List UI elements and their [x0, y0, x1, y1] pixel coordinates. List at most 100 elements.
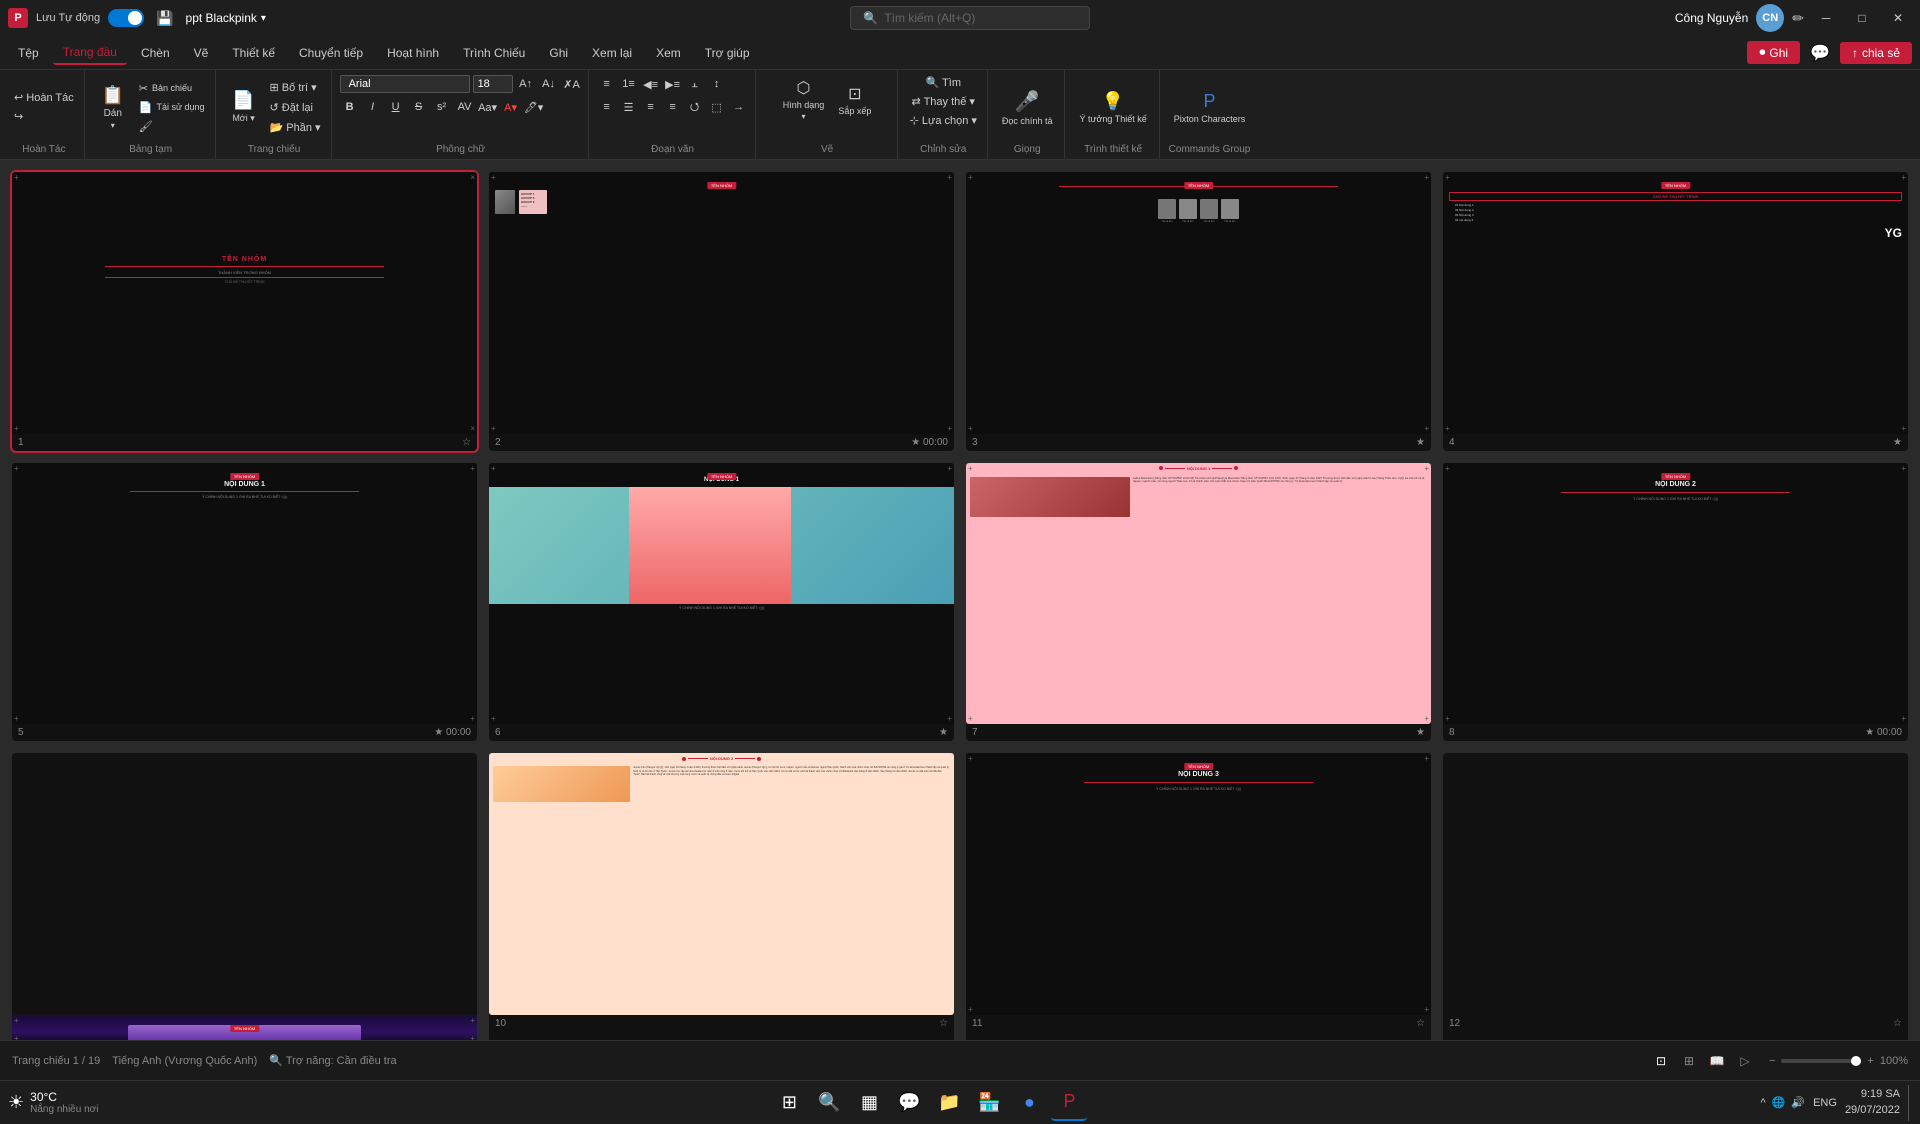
- slide-thumb-1[interactable]: + × + × TÊN NHÓM THÀNH VIÊN TRONG NHÓM C…: [12, 172, 477, 451]
- slide-thumb-8[interactable]: + + + + TÊN NHÓM NỘI DUNG 2 Ý CHÍNH NỘI …: [1443, 463, 1908, 742]
- decrease-indent-btn[interactable]: ◀≡: [641, 74, 661, 94]
- menu-thiet-ke[interactable]: Thiết kế: [222, 42, 285, 64]
- taskbar-search[interactable]: 🔍: [811, 1085, 847, 1121]
- columns-btn[interactable]: ⫠: [685, 74, 705, 94]
- menu-chuyen-tiep[interactable]: Chuyển tiếp: [289, 42, 373, 64]
- search-bar[interactable]: 🔍 Tìm kiếm (Alt+Q): [850, 6, 1090, 30]
- clear-format-btn[interactable]: ✗A: [562, 74, 582, 94]
- file-name[interactable]: ppt Blackpink ▾: [186, 11, 266, 25]
- format-painter-button[interactable]: 📄 Tải sử dụng: [135, 99, 209, 116]
- menu-trinh-chieu[interactable]: Trình Chiếu: [453, 42, 535, 64]
- highlight-btn[interactable]: 🖊▾: [524, 97, 544, 117]
- show-desktop-btn[interactable]: [1908, 1085, 1912, 1121]
- slide-thumb-2[interactable]: + + + + TÊN NHÓM GROUP 1GROUP 5GROUP 9——: [489, 172, 954, 451]
- share-button[interactable]: ↑ chia sẻ: [1840, 42, 1912, 64]
- shapes-btn[interactable]: ⬡ Hình dạng ▾: [777, 74, 831, 125]
- pen-icon[interactable]: ✏: [1792, 10, 1804, 27]
- change-case-btn[interactable]: Aa▾: [478, 97, 498, 117]
- reading-view-btn[interactable]: 📖: [1705, 1049, 1729, 1073]
- align-left-btn[interactable]: ≡: [597, 97, 617, 117]
- user-avatar[interactable]: CN: [1756, 4, 1784, 32]
- section-button[interactable]: 📂 Phần ▾: [266, 119, 325, 136]
- close-button[interactable]: ✕: [1884, 4, 1912, 32]
- design-ideas-btn[interactable]: 💡 Ý tưởng Thiết kế: [1073, 87, 1152, 128]
- menu-chen[interactable]: Chèn: [131, 42, 180, 64]
- slide-sorter-btn[interactable]: ⊞: [1677, 1049, 1701, 1073]
- slide-thumb-7[interactable]: + + + + NỘI DUNG 1: [966, 463, 1431, 742]
- reset-button[interactable]: ↺ Đặt lại: [266, 99, 325, 116]
- redo-button[interactable]: ↪: [10, 108, 78, 125]
- arrange-btn[interactable]: ⊡ Sắp xếp: [832, 80, 877, 120]
- pixton-btn[interactable]: P Pixton Characters: [1168, 87, 1252, 128]
- select-btn[interactable]: ⊹ Lựa chọn ▾: [906, 112, 981, 129]
- text-shadow-btn[interactable]: s²: [432, 97, 452, 117]
- slide-thumb-11[interactable]: + + + + TÊN NHÓM NỘI DUNG 3 Ý CHÍNH NỘI …: [966, 753, 1431, 1040]
- char-spacing-btn[interactable]: AV: [455, 97, 475, 117]
- taskbar-powerpoint[interactable]: P: [1051, 1085, 1087, 1121]
- align-center-btn[interactable]: ☰: [619, 97, 639, 117]
- auto-save-toggle[interactable]: [108, 9, 144, 27]
- slide-thumb-6[interactable]: + + + + TÊN NHÓM NỘI DUNG 1 Ý CHÍNH NỘI: [489, 463, 954, 742]
- strikethrough-btn[interactable]: S: [409, 97, 429, 117]
- paste-button[interactable]: 📋 Dán ▾: [93, 81, 133, 134]
- new-slide-button[interactable]: 📄 Mới ▾: [224, 86, 264, 128]
- network-icon[interactable]: 🌐: [1772, 1096, 1786, 1109]
- zoom-thumb[interactable]: [1851, 1056, 1861, 1066]
- taskbar-chrome[interactable]: ●: [1011, 1085, 1047, 1121]
- zoom-out-btn[interactable]: −: [1769, 1055, 1775, 1067]
- increase-font-btn[interactable]: A↑: [516, 74, 536, 94]
- menu-trang-dau[interactable]: Trang đầu: [53, 41, 127, 65]
- font-family-select[interactable]: Arial: [340, 75, 470, 93]
- bullets-btn[interactable]: ≡: [597, 74, 617, 94]
- text-direction-btn[interactable]: ⭯: [685, 97, 705, 117]
- menu-ghi[interactable]: Ghi: [539, 42, 578, 64]
- convert-btn[interactable]: →: [729, 97, 749, 117]
- line-spacing-btn[interactable]: ↕: [707, 74, 727, 94]
- decrease-font-btn[interactable]: A↓: [539, 74, 559, 94]
- taskbar-widgets[interactable]: ▦: [851, 1085, 887, 1121]
- slide-thumb-9[interactable]: + + + + TÊN NHÓM NỘI DUNG 2: [12, 753, 477, 1040]
- zoom-slider[interactable]: [1781, 1059, 1861, 1063]
- slide-thumb-4[interactable]: + + + + TÊN NHÓM CHỦ ĐỀ THUYẾT TRÌNH 01 …: [1443, 172, 1908, 451]
- numbering-btn[interactable]: 1≡: [619, 74, 639, 94]
- taskbar-store[interactable]: 🏪: [971, 1085, 1007, 1121]
- smart-art-btn[interactable]: ⬚: [707, 97, 727, 117]
- menu-tep[interactable]: Tệp: [8, 42, 49, 64]
- taskbar-file-explorer[interactable]: 📁: [931, 1085, 967, 1121]
- minimize-button[interactable]: ─: [1812, 4, 1840, 32]
- comment-button[interactable]: 💬: [1804, 39, 1836, 67]
- system-clock[interactable]: 9:19 SA 29/07/2022: [1845, 1087, 1900, 1118]
- menu-ve[interactable]: Vẽ: [184, 42, 219, 64]
- chevron-up-icon[interactable]: ^: [1761, 1097, 1766, 1109]
- menu-xem[interactable]: Xem: [646, 42, 691, 64]
- align-right-btn[interactable]: ≡: [641, 97, 661, 117]
- bold-btn[interactable]: B: [340, 97, 360, 117]
- menu-xem-lai[interactable]: Xem lại: [582, 42, 642, 64]
- volume-icon[interactable]: 🔊: [1791, 1096, 1805, 1109]
- justify-btn[interactable]: ≡: [663, 97, 683, 117]
- increase-indent-btn[interactable]: ▶≡: [663, 74, 683, 94]
- font-size-select[interactable]: 18: [473, 75, 513, 93]
- menu-hoat-hinh[interactable]: Hoạt hình: [377, 42, 449, 64]
- slide-thumb-5[interactable]: + + + + TÊN NHÓM NỘI DUNG 1 Ý CHÍNH NỘI …: [12, 463, 477, 742]
- copy-button[interactable]: ✂ Bản chiếu: [135, 80, 209, 97]
- language-indicator[interactable]: ENG: [1813, 1097, 1837, 1109]
- start-button[interactable]: ⊞: [771, 1085, 807, 1121]
- layout-button[interactable]: ⊞ Bố trí ▾: [266, 79, 325, 96]
- undo-button[interactable]: ↩ Hoàn Tác: [10, 89, 78, 106]
- slide-thumb-10[interactable]: NỘI DUNG 2 Jennie Kim (Hangul: 제니킴; sinh…: [489, 753, 954, 1040]
- replace-btn[interactable]: ⇄ Thay thế ▾: [908, 93, 979, 110]
- zoom-in-btn[interactable]: +: [1867, 1055, 1873, 1067]
- menu-tro-giup[interactable]: Trợ giúp: [695, 42, 760, 64]
- dictation-btn[interactable]: 🎤 Đọc chính tả: [996, 85, 1059, 130]
- record-button[interactable]: ⏺ Ghi: [1747, 41, 1800, 64]
- underline-btn[interactable]: U: [386, 97, 406, 117]
- save-icon[interactable]: 💾: [152, 8, 177, 29]
- taskbar-chat[interactable]: 💬: [891, 1085, 927, 1121]
- slideshow-btn[interactable]: ▷: [1733, 1049, 1757, 1073]
- find-btn[interactable]: 🔍 Tìm: [921, 74, 965, 91]
- italic-btn[interactable]: I: [363, 97, 383, 117]
- slide-thumb-12[interactable]: + + + + TÊN NHÓM ROSÉ NỘI DUNG 3: [1443, 753, 1908, 1040]
- paste-special-button[interactable]: 🖌: [135, 118, 209, 135]
- restore-button[interactable]: □: [1848, 4, 1876, 32]
